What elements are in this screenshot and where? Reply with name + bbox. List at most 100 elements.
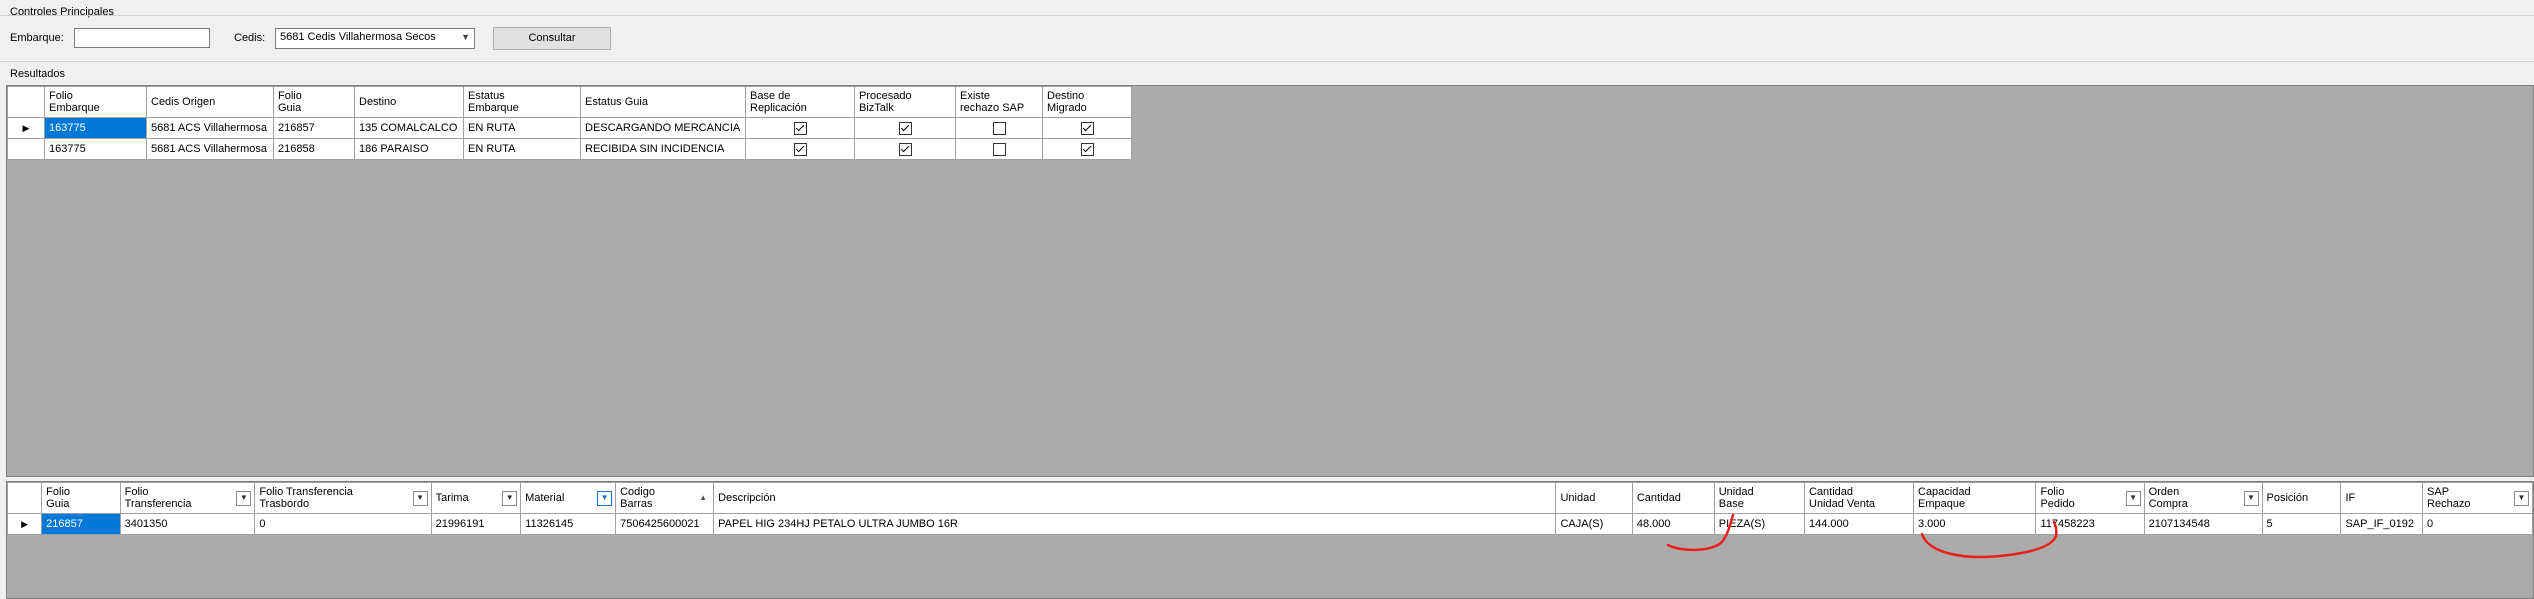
filter-dropdown-icon[interactable]: ▼ bbox=[502, 491, 518, 506]
row-header-corner[interactable] bbox=[6, 482, 43, 514]
table-cell[interactable]: 163775 bbox=[44, 117, 147, 139]
row-selector[interactable]: ▶ bbox=[6, 513, 43, 535]
column-header-label: Cantidad Unidad Venta bbox=[1809, 486, 1876, 510]
checkbox-checked[interactable] bbox=[1080, 142, 1094, 156]
shipments-table: Folio Embarque Cedis Origen Folio Guia Dest… bbox=[7, 86, 1132, 160]
filter-dropdown-icon[interactable]: ▼ bbox=[2243, 491, 2259, 506]
column-header-label: Capacidad Empaque bbox=[1918, 486, 1971, 510]
checkbox-cell[interactable] bbox=[745, 117, 855, 139]
column-header-label: Folio Transferencia bbox=[124, 486, 192, 510]
cedis-select[interactable]: 5681 Cedis Villahermosa Secos ▼ bbox=[275, 28, 475, 49]
row-header-corner[interactable] bbox=[7, 86, 45, 118]
filter-dropdown-icon[interactable]: ▼ bbox=[2125, 491, 2141, 506]
column-header[interactable]: Folio Transferencia Trasbordo ▼ bbox=[254, 482, 432, 514]
results-group-title: Resultados bbox=[10, 68, 66, 80]
column-header[interactable]: Folio Embarque bbox=[44, 86, 147, 118]
checkbox-cell[interactable] bbox=[955, 117, 1043, 139]
column-header-label: Unidad bbox=[1560, 492, 1596, 504]
column-header[interactable]: Descripción bbox=[713, 482, 1557, 514]
table-cell[interactable]: 216857 bbox=[41, 513, 121, 535]
column-header[interactable]: Folio Pedido ▼ bbox=[2035, 482, 2145, 514]
checkbox-cell[interactable] bbox=[955, 138, 1043, 160]
table-cell[interactable]: 21996191 bbox=[430, 513, 522, 535]
table-cell[interactable]: 144.000 bbox=[1804, 513, 1914, 535]
table-cell[interactable]: SAP_IF_0192 bbox=[2340, 513, 2424, 535]
table-cell[interactable]: PIEZA(S) bbox=[1713, 513, 1806, 535]
row-selector[interactable]: ▶ bbox=[7, 117, 45, 139]
column-header[interactable]: Existe rechazo SAP bbox=[955, 86, 1043, 118]
column-header-label: IF bbox=[2345, 492, 2356, 504]
checkbox-checked[interactable] bbox=[793, 121, 807, 135]
table-cell[interactable]: EN RUTA bbox=[463, 117, 581, 139]
table-cell[interactable]: 48.000 bbox=[1631, 513, 1715, 535]
filter-dropdown-icon[interactable]: ▼ bbox=[597, 491, 613, 506]
table-row[interactable]: ▶ 163775 5681 ACS Villahermosa 216857 135 CO… bbox=[7, 117, 1132, 139]
checkbox-cell[interactable] bbox=[745, 138, 855, 160]
row-selector[interactable] bbox=[7, 138, 45, 160]
table-cell[interactable]: DESCARGANDO MERCANCIA bbox=[580, 117, 746, 139]
checkbox-checked[interactable] bbox=[898, 121, 912, 135]
filter-dropdown-icon[interactable]: ▼ bbox=[2514, 491, 2529, 506]
column-header-label: Existe rechazo SAP bbox=[960, 90, 1025, 114]
table-cell[interactable]: 216858 bbox=[273, 138, 355, 160]
checkbox-unchecked[interactable] bbox=[992, 121, 1006, 135]
details-grid[interactable]: Folio Guia Folio Transferencia ▼ Folio Tran… bbox=[6, 481, 2534, 599]
column-header[interactable]: Folio Transferencia ▼ bbox=[119, 482, 256, 514]
checkbox-cell[interactable] bbox=[854, 117, 956, 139]
column-header[interactable]: Unidad Base bbox=[1713, 482, 1806, 514]
table-cell[interactable]: 5 bbox=[2261, 513, 2342, 535]
table-cell[interactable]: 2107134548 bbox=[2143, 513, 2263, 535]
table-cell[interactable]: 3.000 bbox=[1912, 513, 2037, 535]
table-cell[interactable]: 3401350 bbox=[119, 513, 256, 535]
table-cell[interactable]: EN RUTA bbox=[463, 138, 581, 160]
filter-dropdown-icon[interactable]: ▼ bbox=[236, 491, 252, 506]
column-header[interactable]: Cedis Origen bbox=[146, 86, 274, 118]
column-header[interactable]: Orden Compra ▼ bbox=[2143, 482, 2263, 514]
table-cell[interactable]: 5681 ACS Villahermosa bbox=[146, 138, 274, 160]
table-cell[interactable]: 135 COMALCALCO bbox=[354, 117, 464, 139]
table-row[interactable]: 163775 5681 ACS Villahermosa 216858 186 PAR… bbox=[7, 138, 1132, 160]
column-header[interactable]: Procesado BizTalk bbox=[854, 86, 956, 118]
filter-dropdown-icon[interactable]: ▼ bbox=[412, 491, 428, 506]
column-header[interactable]: SAP Rechazo ▼ bbox=[2422, 482, 2533, 514]
column-header[interactable]: Unidad bbox=[1555, 482, 1633, 514]
table-cell[interactable]: 186 PARAISO bbox=[354, 138, 464, 160]
checkbox-cell[interactable] bbox=[1042, 117, 1132, 139]
checkbox-cell[interactable] bbox=[854, 138, 956, 160]
column-header[interactable]: Codigo Barras ▲ bbox=[615, 482, 715, 514]
column-header[interactable]: Folio Guia bbox=[41, 482, 121, 514]
embarque-input[interactable] bbox=[74, 28, 210, 48]
column-header[interactable]: Cantidad Unidad Venta bbox=[1804, 482, 1914, 514]
column-header[interactable]: IF bbox=[2340, 482, 2424, 514]
table-cell[interactable]: 0 bbox=[2422, 513, 2533, 535]
table-cell[interactable]: 117458223 bbox=[2035, 513, 2145, 535]
table-cell[interactable]: 11326145 bbox=[520, 513, 617, 535]
table-cell[interactable]: 7506425600021 bbox=[615, 513, 715, 535]
table-cell[interactable]: PAPEL HIG 234HJ PETALO ULTRA JUMBO 16R bbox=[713, 513, 1557, 535]
column-header[interactable]: Capacidad Empaque bbox=[1912, 482, 2037, 514]
column-header[interactable]: Destino Migrado bbox=[1042, 86, 1132, 118]
table-cell[interactable]: RECIBIDA SIN INCIDENCIA bbox=[580, 138, 746, 160]
column-header[interactable]: Folio Guia bbox=[273, 86, 355, 118]
table-cell[interactable]: 0 bbox=[254, 513, 432, 535]
table-row[interactable]: ▶ 216857 3401350 0 21996191 11326145 750642560… bbox=[6, 513, 2533, 535]
table-cell[interactable]: 5681 ACS Villahermosa bbox=[146, 117, 274, 139]
checkbox-unchecked[interactable] bbox=[992, 142, 1006, 156]
checkbox-checked[interactable] bbox=[898, 142, 912, 156]
column-header[interactable]: Tarima ▼ bbox=[430, 482, 522, 514]
column-header[interactable]: Material ▼ bbox=[520, 482, 617, 514]
column-header[interactable]: Estatus Guia bbox=[580, 86, 746, 118]
table-cell[interactable]: 216857 bbox=[273, 117, 355, 139]
column-header[interactable]: Estatus Embarque bbox=[463, 86, 581, 118]
column-header[interactable]: Base de Replicación bbox=[745, 86, 855, 118]
table-cell[interactable]: CAJA(S) bbox=[1555, 513, 1633, 535]
checkbox-checked[interactable] bbox=[1080, 121, 1094, 135]
column-header[interactable]: Destino bbox=[354, 86, 464, 118]
checkbox-cell[interactable] bbox=[1042, 138, 1132, 160]
column-header[interactable]: Posición bbox=[2261, 482, 2342, 514]
column-header[interactable]: Cantidad bbox=[1631, 482, 1715, 514]
shipments-grid[interactable]: Folio Embarque Cedis Origen Folio Guia Dest… bbox=[6, 85, 2534, 477]
table-cell[interactable]: 163775 bbox=[44, 138, 147, 160]
checkbox-checked[interactable] bbox=[793, 142, 807, 156]
consultar-button[interactable]: Consultar bbox=[493, 27, 611, 50]
